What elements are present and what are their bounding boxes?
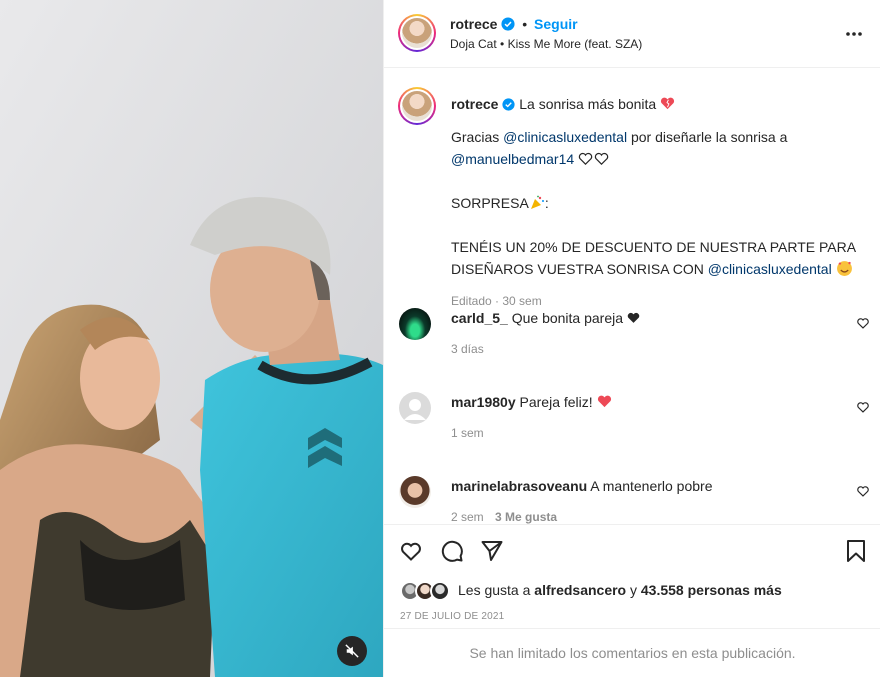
comment-text: Que bonita pareja [511, 310, 624, 326]
mute-button[interactable] [337, 636, 367, 666]
follow-button[interactable]: Seguir [534, 16, 578, 32]
comment-avatar[interactable] [399, 392, 431, 424]
post-caption: rotrece La sonrisa más bonita Gracias @c… [451, 93, 861, 312]
caption-line-2-post: por diseñarle la sonrisa a [630, 129, 788, 145]
red-heart-emoji-icon [597, 395, 611, 408]
likes-summary[interactable]: Les gusta a alfredsancero y 43.558 perso… [458, 581, 782, 599]
audio-artist: Doja Cat [450, 37, 497, 51]
audio-track: Kiss Me More (feat. SZA) [507, 37, 643, 51]
comment-like-icon[interactable] [856, 400, 870, 414]
comment-time[interactable]: 1 sem [451, 426, 484, 440]
caption-meta: Editado · 30 sem [451, 294, 542, 308]
more-icon [846, 32, 862, 36]
post-date[interactable]: 27 DE JULIO DE 2021 [400, 611, 504, 622]
mention-manuelbedmar14[interactable]: @manuelbedmar14 [451, 151, 574, 167]
comment-avatar[interactable] [399, 308, 431, 340]
share-icon [481, 541, 503, 561]
bookmark-icon [847, 540, 865, 562]
comment-username[interactable]: carld_5_ [451, 310, 508, 326]
comment-avatar[interactable] [399, 476, 431, 508]
post-header: rotrece • Seguir Doja Cat • Kiss Me More… [384, 0, 880, 68]
more-options-button[interactable] [843, 24, 865, 44]
comments-limited-notice: Se han limitado los comentarios en esta … [384, 628, 880, 677]
heart-icon [401, 542, 421, 561]
comment-text: Pareja feliz! [519, 394, 593, 410]
mention-clinicasluxedental[interactable]: @clinicasluxedental [503, 129, 627, 145]
party-popper-emoji-icon [530, 195, 544, 209]
black-heart-emoji-icon [627, 312, 640, 323]
comment-username[interactable]: mar1980y [451, 394, 516, 410]
share-button[interactable] [479, 538, 505, 564]
comment-button[interactable] [439, 538, 465, 564]
comment-like-icon[interactable] [856, 316, 870, 330]
caption-author-avatar[interactable] [398, 87, 436, 125]
liker-avatar[interactable] [430, 581, 450, 601]
heart-emoji-icon [661, 97, 675, 110]
caption-line-5: TENÉIS UN 20% DE DESCUENTO DE NUESTRA PA… [451, 239, 857, 255]
caption-line-2-pre: Gracias [451, 129, 500, 145]
caption-line-4-post: : [544, 195, 549, 211]
like-button[interactable] [398, 538, 424, 564]
mention-clinicasluxedental-2[interactable]: @clinicasluxedental [708, 261, 832, 277]
comment-time[interactable]: 3 días [451, 342, 484, 356]
caption-username[interactable]: rotrece [451, 96, 498, 112]
likes-user[interactable]: alfredsancero [534, 582, 626, 598]
white-hearts-emoji-icon [578, 152, 609, 166]
likes-prefix: Les gusta a [458, 582, 531, 598]
post-media[interactable] [0, 0, 383, 677]
post-photo [0, 0, 383, 677]
verified-icon [501, 17, 515, 31]
smiling-hearts-emoji-icon [836, 261, 852, 276]
header-separator: • [522, 16, 528, 32]
comment-likes[interactable]: 3 Me gusta [495, 510, 557, 524]
save-button[interactable] [843, 538, 869, 564]
post-detail-pane: rotrece • Seguir Doja Cat • Kiss Me More… [383, 0, 880, 677]
caption-line-6-pre: DISEÑAROS VUESTRA SONRISA CON [451, 261, 704, 277]
comment-icon [441, 540, 463, 562]
likes-middle: y [630, 582, 637, 598]
default-avatar-icon [404, 399, 426, 420]
comment-text: A mantenerlo pobre [590, 478, 713, 494]
verified-icon [502, 98, 515, 111]
likes-count[interactable]: 43.558 personas más [641, 582, 782, 598]
comments-scroll-area[interactable]: rotrece La sonrisa más bonita Gracias @c… [384, 69, 880, 524]
caption-line-1: La sonrisa más bonita [519, 96, 657, 112]
author-username[interactable]: rotrece [450, 16, 497, 32]
comment-like-icon[interactable] [856, 484, 870, 498]
comment-username[interactable]: marinelabrasoveanu [451, 478, 587, 494]
author-avatar[interactable] [398, 14, 436, 52]
audio-dot: • [500, 37, 505, 51]
audio-info[interactable]: Doja Cat • Kiss Me More (feat. SZA) [450, 37, 642, 51]
comment-time[interactable]: 2 sem [451, 510, 484, 524]
mute-icon [345, 644, 359, 658]
caption-line-4: SORPRESA [451, 195, 529, 211]
